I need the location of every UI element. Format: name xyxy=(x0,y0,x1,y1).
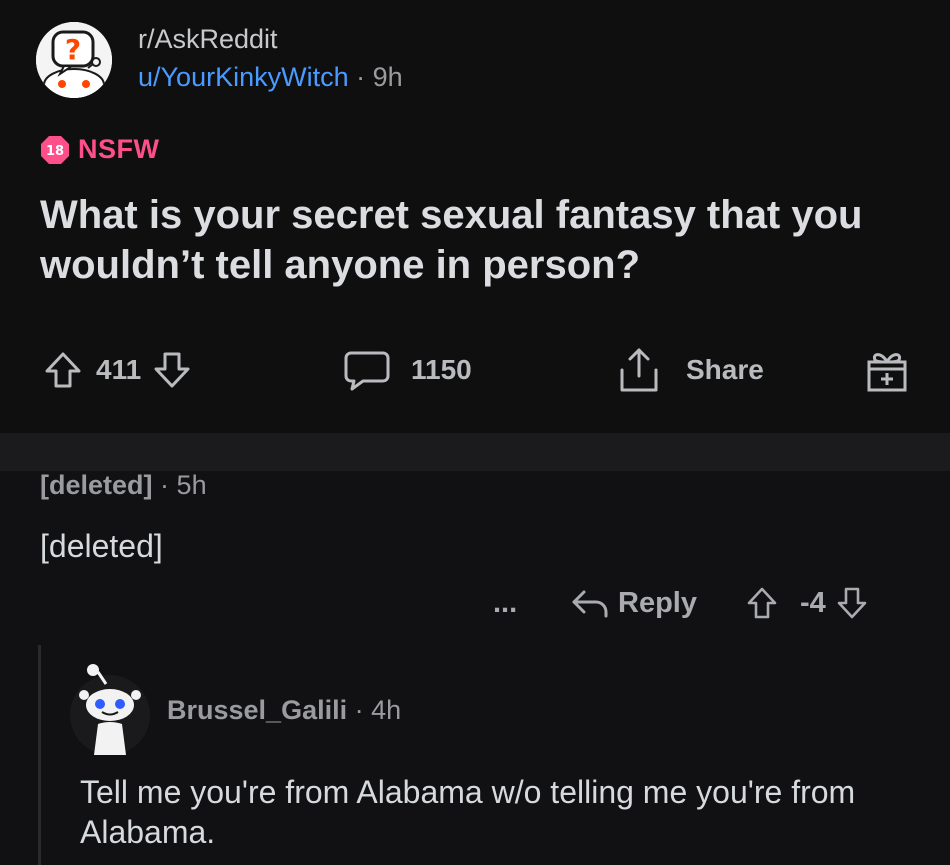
post-meta: u/YourKinkyWitch · 9h xyxy=(138,62,403,93)
comment-author[interactable]: [deleted] xyxy=(40,470,153,500)
post-card: ? r/AskReddit u/YourKinkyWitch · 9h 18 N… xyxy=(0,0,950,433)
post-actions-bar: 411 1150 Share xyxy=(0,340,950,400)
reply-meta: Brussel_Galili · 4h xyxy=(167,695,401,726)
post-timestamp: 9h xyxy=(372,62,403,92)
reply-meta-separator: · xyxy=(354,695,364,725)
reply-arrow-icon xyxy=(572,590,608,618)
gift-award-icon xyxy=(867,353,907,392)
downvote-arrow-icon[interactable] xyxy=(153,351,191,389)
nsfw-18-icon: 18 xyxy=(41,135,69,164)
vote-group: 411 xyxy=(44,340,191,400)
reply-user-avatar[interactable] xyxy=(68,660,152,760)
askreddit-icon: ? xyxy=(36,22,112,98)
post-title[interactable]: What is your secret sexual fantasy that … xyxy=(40,190,920,290)
comment-upvote-icon[interactable] xyxy=(746,586,778,620)
comments-button[interactable]: 1150 xyxy=(343,340,472,400)
share-label: Share xyxy=(686,354,764,385)
more-options-button[interactable]: ... xyxy=(493,578,517,628)
reply-timestamp: 4h xyxy=(371,695,402,725)
upvote-arrow-icon[interactable] xyxy=(44,351,82,389)
share-icon xyxy=(620,348,658,392)
subreddit-avatar[interactable]: ? xyxy=(36,22,112,98)
subreddit-name[interactable]: r/AskReddit xyxy=(138,24,278,55)
reply-button[interactable]: Reply xyxy=(570,578,697,628)
svg-text:?: ? xyxy=(65,33,81,66)
thread-line[interactable] xyxy=(38,645,41,865)
comment-actions-bar: ... Reply -4 xyxy=(0,578,950,628)
share-button[interactable]: Share xyxy=(614,340,764,400)
comment-body: [deleted] xyxy=(40,528,163,564)
comment-count: 1150 xyxy=(411,354,472,385)
comment-timestamp: 5h xyxy=(176,470,207,500)
nsfw-tag: 18 NSFW xyxy=(40,134,159,165)
comment-vote-group: -4 xyxy=(746,578,868,628)
comment-meta: [deleted] · 5h xyxy=(40,470,207,501)
more-options-label: ... xyxy=(493,586,518,619)
comment-downvote-icon[interactable] xyxy=(836,586,868,620)
post-author-link[interactable]: u/YourKinkyWitch xyxy=(138,62,349,92)
section-divider xyxy=(0,433,950,471)
nsfw-label: NSFW xyxy=(78,134,160,164)
reply-label: Reply xyxy=(618,586,697,619)
comment-score: -4 xyxy=(800,586,826,619)
award-button[interactable] xyxy=(862,340,912,400)
comment-meta-separator: · xyxy=(160,470,170,500)
reply-body: Tell me you're from Alabama w/o telling … xyxy=(80,774,856,850)
nsfw-badge-text: 18 xyxy=(46,144,64,159)
snoo-avatar-icon xyxy=(70,664,150,755)
comment-bubble-icon xyxy=(344,351,390,391)
meta-separator: · xyxy=(356,62,366,92)
post-vote-count: 411 xyxy=(96,354,142,385)
reply-author[interactable]: Brussel_Galili xyxy=(167,695,347,725)
